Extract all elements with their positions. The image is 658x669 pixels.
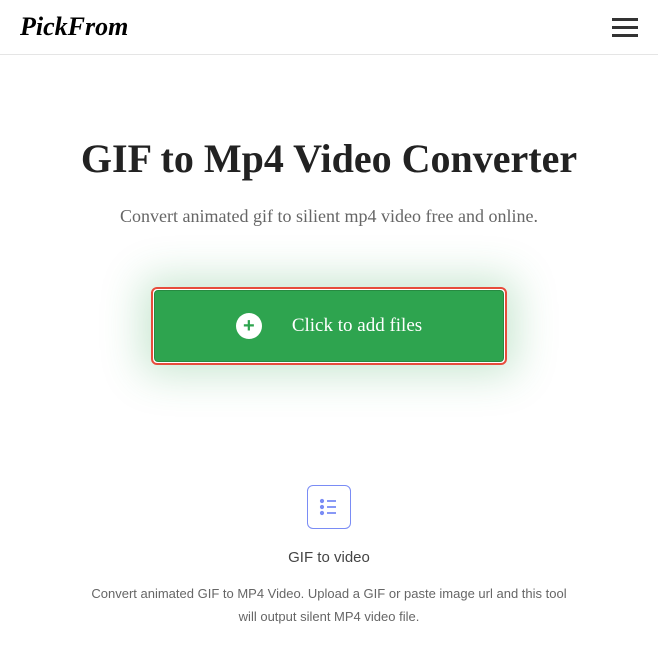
feature-section: GIF to video Convert animated GIF to MP4… <box>40 485 618 629</box>
feature-title: GIF to video <box>40 549 618 566</box>
page-title: GIF to Mp4 Video Converter <box>40 135 618 182</box>
add-files-button[interactable]: + Click to add files <box>154 290 504 362</box>
header: PickFrom <box>0 0 658 55</box>
plus-icon: + <box>236 313 262 339</box>
upload-button-highlight: + Click to add files <box>151 287 507 365</box>
list-icon <box>307 485 351 529</box>
main-content: GIF to Mp4 Video Converter Convert anima… <box>0 55 658 669</box>
page-subtitle: Convert animated gif to silient mp4 vide… <box>40 206 618 227</box>
hamburger-menu-icon[interactable] <box>612 18 638 37</box>
feature-description: Convert animated GIF to MP4 Video. Uploa… <box>89 582 569 629</box>
logo[interactable]: PickFrom <box>20 12 128 42</box>
upload-button-label: Click to add files <box>292 315 422 337</box>
